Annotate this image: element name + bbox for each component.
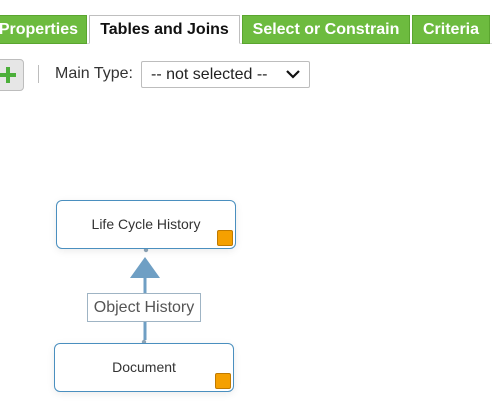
table-node-document[interactable]: Document xyxy=(54,343,234,392)
arrow-head-icon xyxy=(130,257,160,278)
node-options-handle[interactable] xyxy=(215,373,231,389)
table-node-label: Document xyxy=(112,358,176,375)
node-options-handle[interactable] xyxy=(217,230,233,246)
join-label[interactable]: Object History xyxy=(87,293,201,322)
table-node-life-cycle-history[interactable]: Life Cycle History xyxy=(56,200,236,249)
table-node-label: Life Cycle History xyxy=(91,215,201,232)
